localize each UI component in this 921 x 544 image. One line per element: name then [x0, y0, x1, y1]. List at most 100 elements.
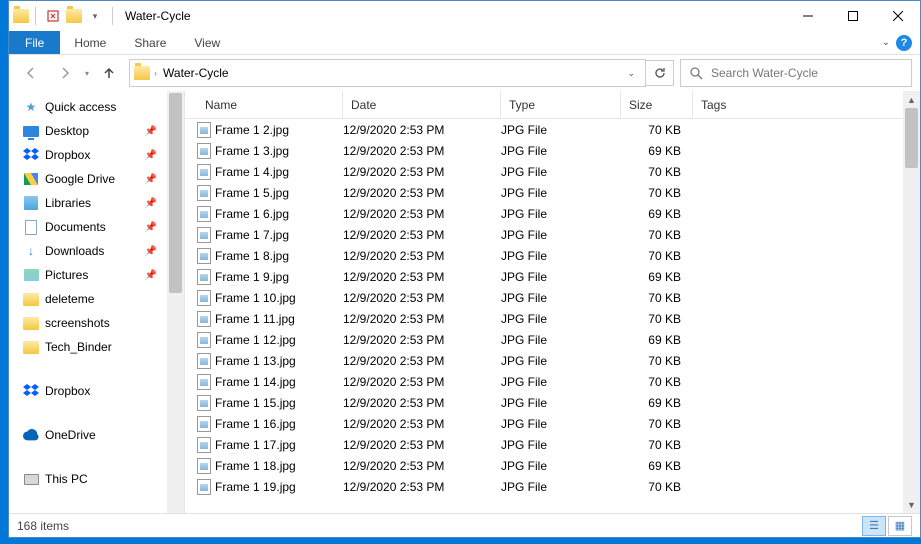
- address-bar[interactable]: › Water-Cycle ⌄: [129, 59, 646, 87]
- address-dropdown-icon[interactable]: ⌄: [621, 68, 641, 79]
- file-date: 12/9/2020 2:53 PM: [343, 123, 501, 137]
- pin-icon: 📌: [145, 270, 157, 281]
- back-button[interactable]: [17, 59, 45, 87]
- nav-dropbox-root[interactable]: Dropbox: [9, 379, 167, 403]
- properties-icon[interactable]: [42, 5, 64, 27]
- file-date: 12/9/2020 2:53 PM: [343, 396, 501, 410]
- image-file-icon: [197, 479, 215, 495]
- col-type[interactable]: Type: [501, 91, 621, 118]
- file-row[interactable]: Frame 1 4.jpg12/9/2020 2:53 PMJPG File70…: [185, 161, 903, 182]
- file-row[interactable]: Frame 1 8.jpg12/9/2020 2:53 PMJPG File70…: [185, 245, 903, 266]
- image-file-icon: [197, 395, 215, 411]
- expand-ribbon-icon[interactable]: ⌄: [882, 37, 890, 48]
- file-date: 12/9/2020 2:53 PM: [343, 459, 501, 473]
- file-row[interactable]: Frame 1 18.jpg12/9/2020 2:53 PMJPG File6…: [185, 455, 903, 476]
- file-row[interactable]: Frame 1 12.jpg12/9/2020 2:53 PMJPG File6…: [185, 329, 903, 350]
- search-input[interactable]: [711, 66, 903, 80]
- file-name: Frame 1 7.jpg: [215, 228, 343, 242]
- nav-screenshots[interactable]: screenshots: [9, 311, 167, 335]
- details-view-button[interactable]: ☰: [862, 516, 886, 536]
- breadcrumb-item[interactable]: Water-Cycle: [161, 66, 231, 80]
- file-row[interactable]: Frame 1 3.jpg12/9/2020 2:53 PMJPG File69…: [185, 140, 903, 161]
- file-row[interactable]: Frame 1 7.jpg12/9/2020 2:53 PMJPG File70…: [185, 224, 903, 245]
- quick-access-toolbar: ▾: [9, 5, 117, 27]
- qat-dropdown-icon[interactable]: ▾: [84, 5, 106, 27]
- pin-icon: 📌: [145, 126, 157, 137]
- file-size: 69 KB: [621, 144, 693, 158]
- pin-icon: 📌: [145, 174, 157, 185]
- nav-downloads[interactable]: ↓Downloads📌: [9, 239, 167, 263]
- view-tab[interactable]: View: [180, 31, 234, 54]
- file-size: 69 KB: [621, 207, 693, 221]
- search-icon: [689, 66, 703, 80]
- folder-icon: [23, 315, 39, 331]
- history-dropdown-icon[interactable]: ▾: [85, 69, 89, 78]
- nav-tech-binder[interactable]: Tech_Binder: [9, 335, 167, 359]
- file-size: 70 KB: [621, 123, 693, 137]
- col-name[interactable]: Name: [197, 91, 343, 118]
- scroll-down-icon[interactable]: ▼: [903, 496, 920, 513]
- file-row[interactable]: Frame 1 5.jpg12/9/2020 2:53 PMJPG File70…: [185, 182, 903, 203]
- scrollbar-thumb[interactable]: [169, 93, 182, 293]
- nav-this-pc[interactable]: This PC: [9, 467, 167, 491]
- thumbnails-view-button[interactable]: ▦: [888, 516, 912, 536]
- minimize-button[interactable]: [785, 1, 830, 31]
- file-date: 12/9/2020 2:53 PM: [343, 375, 501, 389]
- home-tab[interactable]: Home: [60, 31, 120, 54]
- file-type: JPG File: [501, 438, 621, 452]
- file-tab[interactable]: File: [9, 31, 60, 54]
- up-button[interactable]: [95, 59, 123, 87]
- folder-icon[interactable]: [66, 8, 82, 24]
- share-tab[interactable]: Share: [120, 31, 180, 54]
- file-row[interactable]: Frame 1 14.jpg12/9/2020 2:53 PMJPG File7…: [185, 371, 903, 392]
- nav-scrollbar[interactable]: [167, 91, 184, 513]
- file-scrollbar[interactable]: ▲ ▼: [903, 91, 920, 513]
- col-tags[interactable]: Tags: [693, 91, 903, 118]
- file-size: 70 KB: [621, 228, 693, 242]
- nav-label: Tech_Binder: [45, 340, 112, 354]
- file-date: 12/9/2020 2:53 PM: [343, 312, 501, 326]
- col-size[interactable]: Size: [621, 91, 693, 118]
- refresh-button[interactable]: [646, 60, 674, 86]
- file-row[interactable]: Frame 1 16.jpg12/9/2020 2:53 PMJPG File7…: [185, 413, 903, 434]
- file-row[interactable]: Frame 1 17.jpg12/9/2020 2:53 PMJPG File7…: [185, 434, 903, 455]
- file-name: Frame 1 6.jpg: [215, 207, 343, 221]
- file-size: 70 KB: [621, 375, 693, 389]
- nav-label: Desktop: [45, 124, 89, 138]
- file-row[interactable]: Frame 1 15.jpg12/9/2020 2:53 PMJPG File6…: [185, 392, 903, 413]
- close-button[interactable]: [875, 1, 920, 31]
- forward-button[interactable]: [51, 59, 79, 87]
- help-icon[interactable]: ?: [896, 35, 912, 51]
- nav-quick-access[interactable]: ★Quick access: [9, 95, 167, 119]
- file-date: 12/9/2020 2:53 PM: [343, 144, 501, 158]
- window-controls: [785, 1, 920, 31]
- nav-documents[interactable]: Documents📌: [9, 215, 167, 239]
- nav-libraries[interactable]: Libraries📌: [9, 191, 167, 215]
- item-count: 168 items: [17, 519, 69, 533]
- scrollbar-thumb[interactable]: [905, 108, 918, 168]
- search-box[interactable]: [680, 59, 912, 87]
- file-row[interactable]: Frame 1 9.jpg12/9/2020 2:53 PMJPG File69…: [185, 266, 903, 287]
- file-row[interactable]: Frame 1 6.jpg12/9/2020 2:53 PMJPG File69…: [185, 203, 903, 224]
- breadcrumb-sep-icon[interactable]: ›: [154, 68, 157, 78]
- nav-pictures[interactable]: Pictures📌: [9, 263, 167, 287]
- col-date[interactable]: Date: [343, 91, 501, 118]
- file-list: Frame 1 2.jpg12/9/2020 2:53 PMJPG File70…: [185, 119, 903, 513]
- file-row[interactable]: Frame 1 2.jpg12/9/2020 2:53 PMJPG File70…: [185, 119, 903, 140]
- nav-dropbox[interactable]: Dropbox📌: [9, 143, 167, 167]
- nav-desktop[interactable]: Desktop 📌: [9, 119, 167, 143]
- file-row[interactable]: Frame 1 11.jpg12/9/2020 2:53 PMJPG File7…: [185, 308, 903, 329]
- maximize-button[interactable]: [830, 1, 875, 31]
- scroll-up-icon[interactable]: ▲: [903, 91, 920, 108]
- file-row[interactable]: Frame 1 10.jpg12/9/2020 2:53 PMJPG File7…: [185, 287, 903, 308]
- file-row[interactable]: Frame 1 19.jpg12/9/2020 2:53 PMJPG File7…: [185, 476, 903, 497]
- file-type: JPG File: [501, 123, 621, 137]
- file-type: JPG File: [501, 270, 621, 284]
- file-row[interactable]: Frame 1 13.jpg12/9/2020 2:53 PMJPG File7…: [185, 350, 903, 371]
- nav-google-drive[interactable]: Google Drive📌: [9, 167, 167, 191]
- nav-onedrive[interactable]: OneDrive: [9, 423, 167, 447]
- dropbox-icon: [23, 383, 39, 399]
- image-file-icon: [197, 143, 215, 159]
- file-name: Frame 1 3.jpg: [215, 144, 343, 158]
- nav-deleteme[interactable]: deleteme: [9, 287, 167, 311]
